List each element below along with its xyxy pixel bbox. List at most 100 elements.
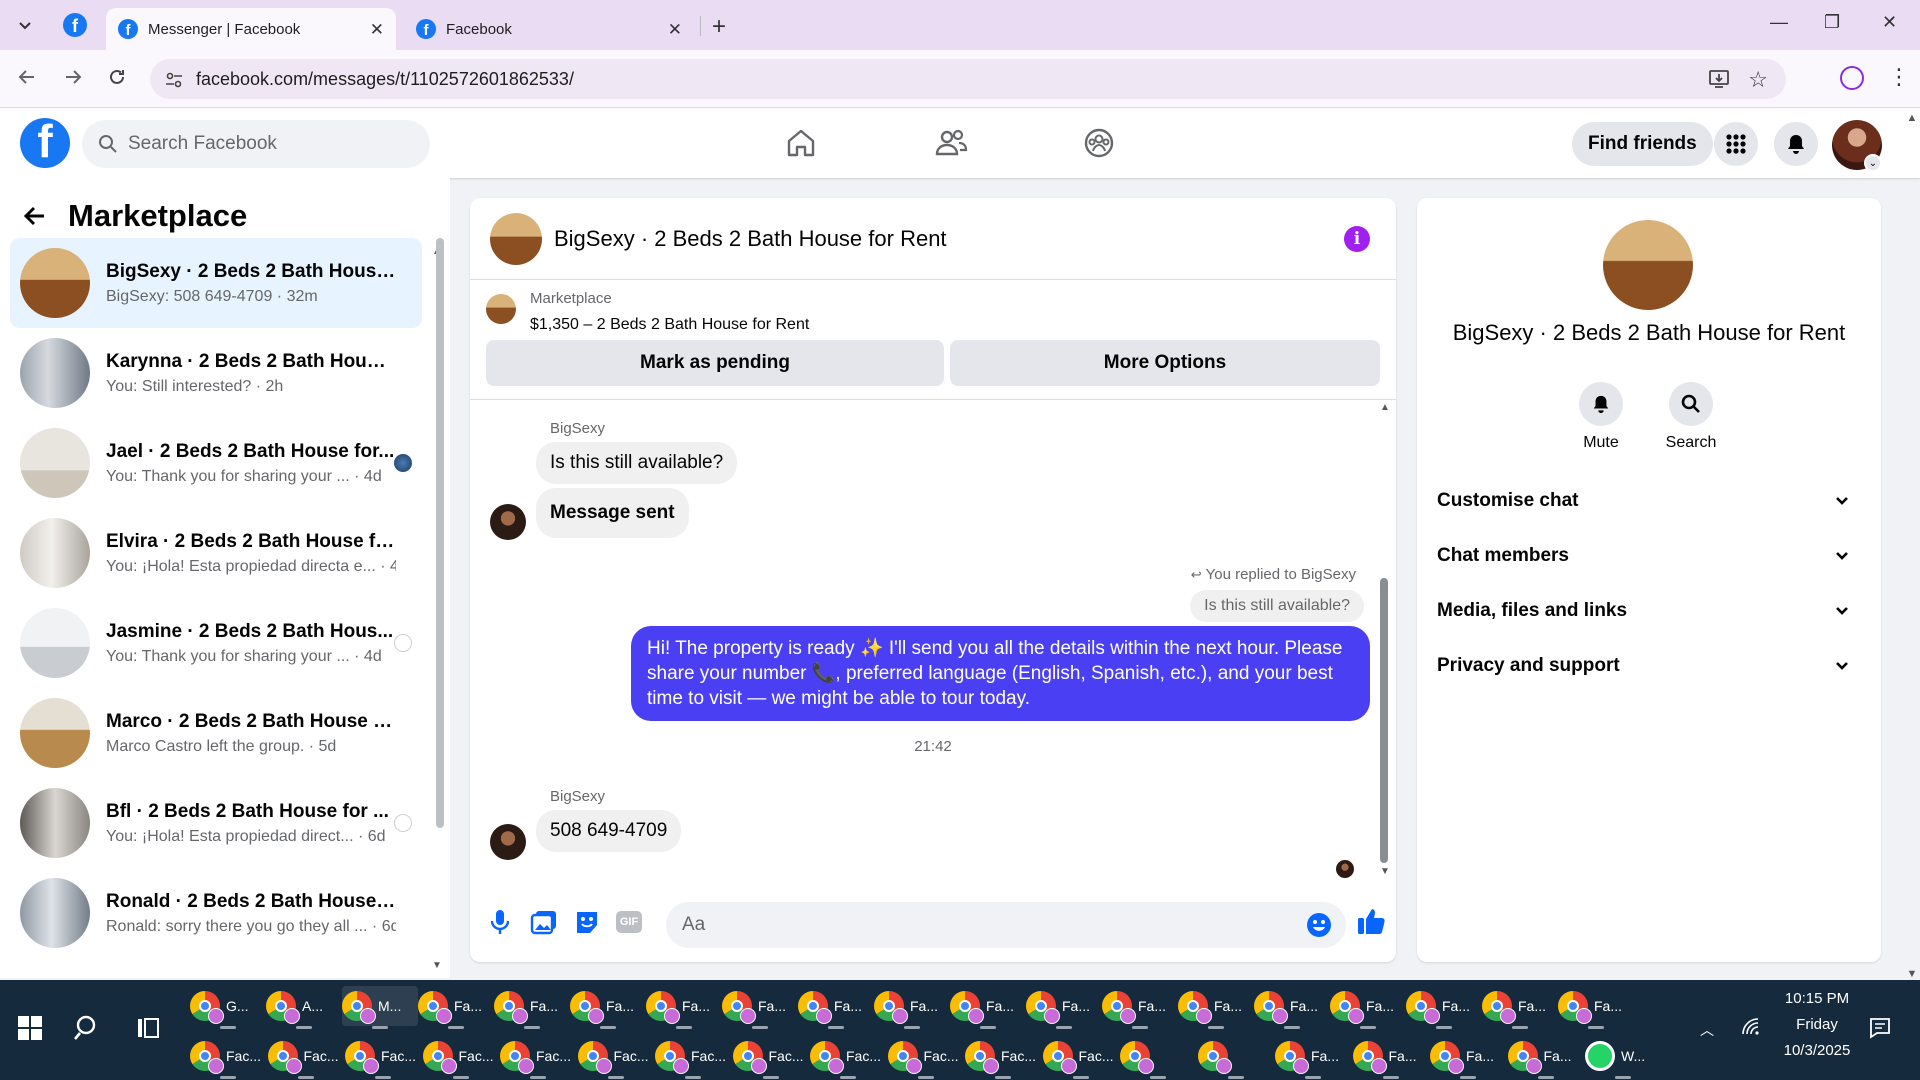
taskbar-search-icon[interactable]: [74, 1014, 102, 1042]
emoji-icon[interactable]: [1306, 912, 1332, 938]
taskbar-app-button[interactable]: Fa...: [1102, 986, 1178, 1029]
taskbar-app-button[interactable]: Fa...: [1430, 1036, 1506, 1079]
gif-icon[interactable]: GIF: [616, 911, 642, 933]
taskbar-app-button[interactable]: Fa...: [418, 986, 494, 1029]
conversation-item[interactable]: Bfl · 2 Beds 2 Bath House for ... You: ¡H…: [10, 778, 422, 868]
taskbar-app-button[interactable]: Fac...: [732, 1036, 809, 1079]
find-friends-button[interactable]: Find friends: [1572, 122, 1713, 166]
taskbar-app-button[interactable]: Fa...: [1406, 986, 1482, 1029]
media-files-links-row[interactable]: Media, files and links: [1437, 584, 1861, 638]
taskbar-app-button[interactable]: Fac...: [422, 1036, 499, 1079]
back-icon[interactable]: [16, 66, 38, 88]
scroll-down-arrow-icon[interactable]: ▼: [1380, 866, 1390, 877]
info-icon[interactable]: i: [1344, 226, 1370, 252]
search-in-chat-button[interactable]: Search: [1651, 382, 1731, 452]
privacy-support-row[interactable]: Privacy and support: [1437, 639, 1861, 693]
microphone-icon[interactable]: [488, 908, 512, 936]
taskbar-app-button[interactable]: Fa...: [1558, 986, 1634, 1029]
message-bubble[interactable]: 508 649-4709: [536, 810, 682, 852]
menu-grid-icon[interactable]: [1714, 122, 1758, 166]
page-scrollbar[interactable]: ▲ ▼: [1904, 112, 1920, 980]
friends-icon[interactable]: [934, 126, 968, 160]
facebook-logo-icon[interactable]: f: [20, 118, 70, 168]
address-bar[interactable]: facebook.com/messages/t/1102572601862533…: [150, 59, 1786, 99]
wifi-icon[interactable]: [1740, 1016, 1762, 1038]
sender-avatar[interactable]: [490, 824, 526, 860]
taskbar-app-button[interactable]: Fac...: [810, 1036, 886, 1079]
conversation-item[interactable]: Karynna · 2 Beds 2 Bath House f... You: S…: [10, 328, 422, 418]
mute-button[interactable]: Mute: [1561, 382, 1641, 452]
message-text-field[interactable]: [682, 914, 1242, 936]
conversation-item[interactable]: Elvira · 2 Beds 2 Bath House for ... You:…: [10, 508, 422, 598]
groups-icon[interactable]: [1082, 126, 1116, 160]
notification-center-icon[interactable]: [1868, 1016, 1892, 1040]
taskbar-clock[interactable]: 10:15 PM Friday 10/3/2025: [1762, 990, 1872, 1059]
taskbar-app-button[interactable]: Fa...: [646, 986, 722, 1029]
taskbar-app-button[interactable]: Fa...: [1275, 1036, 1351, 1079]
taskbar-app-button[interactable]: Fa...: [1330, 986, 1406, 1029]
mark-as-pending-button[interactable]: Mark as pending: [486, 340, 944, 386]
conversation-item[interactable]: Marco · 2 Beds 2 Bath House for... Marco …: [10, 688, 422, 778]
taskbar-app-button[interactable]: [1120, 1036, 1196, 1079]
chat-members-row[interactable]: Chat members: [1437, 529, 1861, 583]
taskbar-app-button[interactable]: W...: [1585, 1036, 1661, 1079]
chat-profile-picture[interactable]: [1603, 220, 1693, 310]
forward-icon[interactable]: [62, 66, 84, 88]
listing-price[interactable]: $1,350 – 2 Beds 2 Bath House for Rent: [530, 316, 809, 334]
more-menu-icon[interactable]: ⋮: [1888, 64, 1910, 90]
sender-avatar[interactable]: [490, 504, 526, 540]
notifications-bell-icon[interactable]: [1774, 122, 1818, 166]
taskbar-app-button[interactable]: M...: [342, 986, 418, 1029]
taskbar-app-button[interactable]: Fa...: [722, 986, 798, 1029]
tab-facebook[interactable]: f Facebook ✕: [404, 8, 694, 50]
my-message-bubble[interactable]: Hi! The property is ready ✨ I'll send yo…: [631, 626, 1370, 721]
more-options-button[interactable]: More Options: [950, 340, 1380, 386]
taskbar-app-button[interactable]: A...: [266, 986, 342, 1029]
taskbar-app-button[interactable]: Fac...: [655, 1036, 731, 1079]
thread-scrollbar[interactable]: [1380, 578, 1388, 863]
taskbar-app-button[interactable]: Fa...: [1026, 986, 1102, 1029]
taskbar-app-button[interactable]: Fac...: [500, 1036, 576, 1079]
taskbar-app-button[interactable]: Fa...: [494, 986, 570, 1029]
customise-chat-row[interactable]: Customise chat: [1437, 474, 1861, 528]
taskbar-app-button[interactable]: Fa...: [1254, 986, 1330, 1029]
task-view-icon[interactable]: [136, 1016, 160, 1040]
quoted-message[interactable]: Is this still available?: [1190, 590, 1364, 622]
home-icon[interactable]: [784, 126, 818, 160]
taskbar-app-button[interactable]: Fa...: [1352, 1036, 1429, 1079]
conversation-item[interactable]: Ronald · 2 Beds 2 Bath House fo... Ronald…: [10, 868, 422, 958]
facebook-search[interactable]: [82, 120, 430, 168]
search-input[interactable]: [128, 133, 388, 155]
taskbar-app-button[interactable]: [1197, 1036, 1274, 1079]
profile-icon[interactable]: [1840, 66, 1864, 90]
message-bubble[interactable]: Is this still available?: [536, 442, 738, 484]
conversation-item[interactable]: BigSexy · 2 Beds 2 Bath House f... BigSex…: [10, 238, 422, 328]
chat-avatar[interactable]: [490, 212, 542, 265]
photo-icon[interactable]: [530, 908, 558, 936]
taskbar-app-button[interactable]: Fac...: [1042, 1036, 1119, 1079]
scroll-down-arrow-icon[interactable]: ▼: [432, 960, 442, 971]
conversation-item[interactable]: Jasmine · 2 Beds 2 Bath Hous... You: Than…: [10, 598, 422, 688]
account-chevron-icon[interactable]: ⌄: [1864, 154, 1882, 172]
message-input[interactable]: [666, 902, 1346, 948]
taskbar-app-button[interactable]: G...: [190, 986, 266, 1029]
scroll-up-arrow-icon[interactable]: ▲: [1380, 402, 1390, 413]
taskbar-app-button[interactable]: Fac...: [190, 1036, 266, 1079]
windows-start-icon[interactable]: [18, 1016, 42, 1040]
window-close-icon[interactable]: ✕: [1882, 12, 1897, 33]
bookmark-star-icon[interactable]: ☆: [1748, 67, 1768, 93]
taskbar-app-button[interactable]: Fac...: [577, 1036, 654, 1079]
taskbar-app-button[interactable]: Fac...: [345, 1036, 421, 1079]
taskbar-app-button[interactable]: Fac...: [887, 1036, 964, 1079]
taskbar-app-button[interactable]: Fa...: [874, 986, 950, 1029]
new-tab-icon[interactable]: +: [712, 13, 726, 41]
site-info-icon[interactable]: [164, 70, 184, 90]
taskbar-app-button[interactable]: Fa...: [1178, 986, 1254, 1029]
taskbar-app-button[interactable]: Fa...: [798, 986, 874, 1029]
back-arrow-icon[interactable]: [22, 203, 48, 229]
message-bubble[interactable]: Message sent: [536, 488, 689, 538]
restore-icon[interactable]: ❐: [1824, 12, 1840, 33]
sticker-icon[interactable]: [574, 908, 600, 936]
conversation-item[interactable]: Jael · 2 Beds 2 Bath House for... You: Th…: [10, 418, 422, 508]
taskbar-app-button[interactable]: Fa...: [950, 986, 1026, 1029]
